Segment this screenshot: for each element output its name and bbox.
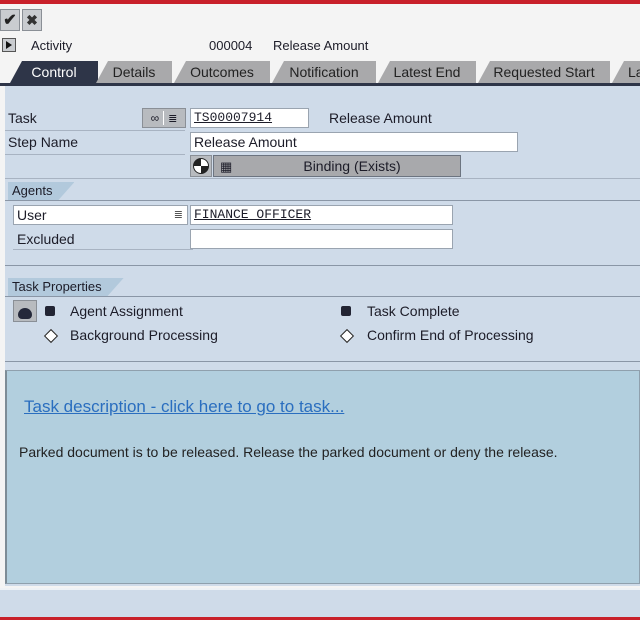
pie-icon — [193, 158, 209, 174]
window-frame-top — [0, 0, 640, 4]
task-description-panel: Task description - click here to go to t… — [5, 370, 640, 584]
close-icon: ✖ — [26, 11, 38, 28]
user-label: User — [17, 207, 47, 223]
step-name-label: Step Name — [8, 134, 79, 150]
task-id-field[interactable]: TS00007914 — [190, 108, 309, 128]
tab-label: Latest End — [393, 64, 461, 80]
checkmark-icon: ✔ — [3, 12, 17, 29]
binding-button[interactable]: ▦ Binding (Exists) — [213, 155, 461, 177]
activity-number: 000004 — [209, 38, 253, 53]
tab-latest-end[interactable]: Latest End — [378, 61, 476, 83]
unchecked-bullet-icon — [339, 328, 355, 344]
excluded-label: Excluded — [17, 231, 75, 247]
cancel-button[interactable]: ✖ — [22, 9, 42, 31]
status-bar — [0, 588, 640, 619]
tab-label: Notification — [289, 64, 359, 80]
tab-latest-start[interactable]: La — [612, 61, 640, 83]
binding-check-button[interactable] — [190, 155, 212, 177]
tab-notification[interactable]: Notification — [272, 61, 376, 83]
expand-button[interactable] — [2, 38, 16, 52]
checked-bullet-icon — [45, 306, 55, 316]
tab-control[interactable]: Control — [10, 61, 98, 83]
task-description-text: Release Amount — [329, 110, 432, 126]
toolbar: ✔ ✖ — [0, 9, 42, 33]
divider — [5, 178, 640, 179]
tab-label: La — [628, 64, 640, 80]
agent-assignment-button[interactable] — [13, 300, 37, 322]
divider — [5, 154, 185, 155]
property-task-complete: Task Complete — [367, 303, 460, 319]
user-value-field[interactable]: FINANCE_OFFICER — [190, 205, 453, 225]
property-agent-assignment: Agent Assignment — [70, 303, 183, 319]
tab-strip: Control Details Outcomes Notification La… — [0, 61, 640, 86]
task-description-body: Parked document is to be released. Relea… — [19, 444, 558, 460]
tab-label: Details — [112, 64, 156, 80]
unchecked-bullet-icon — [43, 328, 59, 344]
tab-label: Outcomes — [190, 64, 254, 80]
user-label-cell: User ≣ — [13, 205, 188, 225]
agents-group: User ≣ FINANCE_OFFICER Excluded — [5, 200, 640, 266]
agents-group-title: Agents — [8, 182, 74, 200]
property-confirm-end: Confirm End of Processing — [367, 327, 534, 343]
tab-label: Requested Start — [493, 64, 595, 80]
activity-title: Release Amount — [273, 38, 369, 53]
control-panel: Task ∞ ≣ TS00007914 Release Amount Step … — [5, 86, 640, 586]
tab-details[interactable]: Details — [96, 61, 172, 83]
play-triangle-icon — [6, 41, 12, 49]
task-label: Task — [8, 110, 37, 126]
tab-label: Control — [31, 64, 77, 80]
task-properties-group: Agent Assignment Task Complete Backgroun… — [5, 296, 640, 362]
glasses-icon: ∞ — [150, 111, 160, 125]
tab-outcomes[interactable]: Outcomes — [174, 61, 270, 83]
activity-label: Activity — [31, 38, 73, 53]
separator — [163, 111, 165, 125]
divider — [5, 130, 185, 131]
divider — [13, 249, 193, 250]
agent-icon — [18, 307, 32, 319]
step-name-field[interactable]: Release Amount — [190, 132, 518, 152]
task-properties-title: Task Properties — [8, 278, 124, 296]
checked-bullet-icon — [341, 306, 351, 316]
tab-requested-start[interactable]: Requested Start — [478, 61, 610, 83]
activity-header: Activity 000004 Release Amount — [0, 37, 640, 55]
property-background-processing: Background Processing — [70, 327, 218, 343]
list-icon[interactable]: ≣ — [174, 207, 183, 223]
confirm-button[interactable]: ✔ — [0, 9, 20, 31]
task-display-button[interactable]: ∞ ≣ — [142, 108, 186, 128]
list-icon: ≣ — [168, 112, 178, 125]
excluded-field[interactable] — [190, 229, 453, 249]
binding-label: Binding (Exists) — [303, 158, 401, 174]
task-description-link[interactable]: Task description - click here to go to t… — [24, 397, 344, 417]
binding-grid-icon: ▦ — [220, 159, 233, 174]
